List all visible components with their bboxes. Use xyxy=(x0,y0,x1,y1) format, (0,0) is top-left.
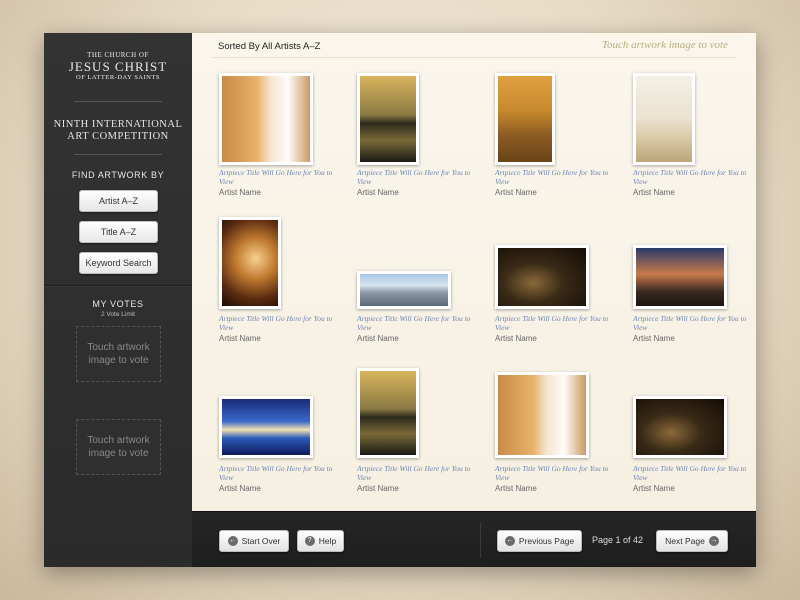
back-arrow-icon: ← xyxy=(227,536,238,546)
next-page-button[interactable]: Next Page → xyxy=(656,530,728,552)
start-over-label: Start Over xyxy=(241,536,281,546)
competition-title: NINTH INTERNATIONAL ART COMPETITION xyxy=(44,119,192,143)
logo-line-2: JESUS CHRIST xyxy=(68,59,168,74)
artwork-title[interactable]: Artpiece Title Will Go Here for You to V… xyxy=(633,314,753,332)
gallery-panel: Sorted By All Artists A–Z Touch artwork … xyxy=(192,33,756,511)
artist-name[interactable]: Artist Name xyxy=(357,334,399,343)
keyword-search-button[interactable]: Keyword Search xyxy=(79,252,158,274)
vote-slot-2[interactable]: Touch artwork image to vote xyxy=(76,419,161,475)
help-button[interactable]: ? Help xyxy=(297,530,344,552)
arrow-right-icon: → xyxy=(708,536,719,546)
artwork-image[interactable] xyxy=(633,245,727,309)
competition-title-line-2: ART COMPETITION xyxy=(67,131,169,142)
artist-name[interactable]: Artist Name xyxy=(357,484,399,493)
bottom-divider xyxy=(480,522,481,558)
start-over-button[interactable]: ← Start Over xyxy=(219,530,289,552)
vote-limit-label: 2 Vote Limit xyxy=(101,311,135,318)
artwork-tile[interactable] xyxy=(357,368,467,458)
artwork-title[interactable]: Artpiece Title Will Go Here for You to V… xyxy=(495,168,615,186)
artwork-tile[interactable] xyxy=(495,73,605,165)
artwork-title[interactable]: Artpiece Title Will Go Here for You to V… xyxy=(219,314,339,332)
artwork-tile[interactable] xyxy=(219,217,329,309)
artwork-tile[interactable] xyxy=(357,271,467,309)
arrow-left-icon: ← xyxy=(504,536,515,546)
artwork-tile[interactable] xyxy=(633,73,743,165)
artwork-title[interactable]: Artpiece Title Will Go Here for You to V… xyxy=(357,464,477,482)
logo-divider xyxy=(74,101,162,102)
artwork-tile[interactable] xyxy=(495,245,605,309)
artwork-image[interactable] xyxy=(357,368,419,458)
artist-name[interactable]: Artist Name xyxy=(219,188,261,197)
vote-slot-1[interactable]: Touch artwork image to vote xyxy=(76,326,161,382)
previous-page-label: Previous Page xyxy=(518,536,575,546)
votes-divider xyxy=(44,285,192,287)
artwork-image[interactable] xyxy=(495,73,555,165)
artist-name[interactable]: Artist Name xyxy=(495,484,537,493)
page-indicator: Page 1 of 42 xyxy=(592,535,644,545)
artwork-image[interactable] xyxy=(219,217,281,309)
artwork-image[interactable] xyxy=(219,396,313,458)
artwork-title[interactable]: Artpiece Title Will Go Here for You to V… xyxy=(495,464,615,482)
artwork-title[interactable]: Artpiece Title Will Go Here for You to V… xyxy=(357,168,477,186)
artwork-image[interactable] xyxy=(357,271,451,309)
next-page-label: Next Page xyxy=(665,536,705,546)
artist-name[interactable]: Artist Name xyxy=(357,188,399,197)
logo-line-3: OF LATTER-DAY SAINTS xyxy=(76,74,160,81)
artwork-title[interactable]: Artpiece Title Will Go Here for You to V… xyxy=(219,464,339,482)
sort-label: Sorted By All Artists A–Z xyxy=(218,41,321,52)
artwork-image[interactable] xyxy=(633,396,727,458)
artwork-image[interactable] xyxy=(357,73,419,165)
title-divider xyxy=(74,154,162,155)
artwork-tile[interactable] xyxy=(495,372,605,458)
artist-name[interactable]: Artist Name xyxy=(495,334,537,343)
artwork-tile[interactable] xyxy=(219,73,329,165)
bottom-bar: ← Start Over ? Help ← Previous Page Page… xyxy=(192,511,756,567)
help-icon: ? xyxy=(304,536,315,546)
artist-name[interactable]: Artist Name xyxy=(633,334,675,343)
artwork-tile[interactable] xyxy=(219,396,329,458)
artwork-image[interactable] xyxy=(495,372,589,458)
artist-name[interactable]: Artist Name xyxy=(633,484,675,493)
title-az-button[interactable]: Title A–Z xyxy=(79,221,158,243)
artwork-tile[interactable] xyxy=(633,396,743,458)
church-logo: THE CHURCH OF JESUS CHRIST OF LATTER-DAY… xyxy=(44,51,192,81)
artwork-title[interactable]: Artpiece Title Will Go Here for You to V… xyxy=(633,168,753,186)
artwork-title[interactable]: Artpiece Title Will Go Here for You to V… xyxy=(219,168,339,186)
find-artwork-label: FIND ARTWORK BY xyxy=(71,170,165,180)
artwork-title[interactable]: Artpiece Title Will Go Here for You to V… xyxy=(495,314,615,332)
sidebar: THE CHURCH OF JESUS CHRIST OF LATTER-DAY… xyxy=(44,33,192,567)
artwork-title[interactable]: Artpiece Title Will Go Here for You to V… xyxy=(357,314,477,332)
artwork-tile[interactable] xyxy=(357,73,467,165)
artist-name[interactable]: Artist Name xyxy=(219,334,261,343)
logo-line-1: THE CHURCH OF xyxy=(87,51,149,59)
vote-hint: Touch artwork image to vote xyxy=(601,39,728,51)
artist-name[interactable]: Artist Name xyxy=(219,484,261,493)
header-divider xyxy=(212,57,736,58)
artwork-image[interactable] xyxy=(633,73,695,165)
artwork-title[interactable]: Artpiece Title Will Go Here for You to V… xyxy=(633,464,753,482)
artwork-image[interactable] xyxy=(219,73,313,165)
kiosk-app: THE CHURCH OF JESUS CHRIST OF LATTER-DAY… xyxy=(44,33,756,567)
artist-name[interactable]: Artist Name xyxy=(495,188,537,197)
artist-name[interactable]: Artist Name xyxy=(633,188,675,197)
my-votes-label: MY VOTES xyxy=(92,299,144,309)
competition-title-line-1: NINTH INTERNATIONAL xyxy=(53,119,183,130)
help-label: Help xyxy=(318,536,337,546)
previous-page-button[interactable]: ← Previous Page xyxy=(497,530,582,552)
artist-az-button[interactable]: Artist A–Z xyxy=(79,190,158,212)
artwork-image[interactable] xyxy=(495,245,589,309)
artwork-tile[interactable] xyxy=(633,245,743,309)
